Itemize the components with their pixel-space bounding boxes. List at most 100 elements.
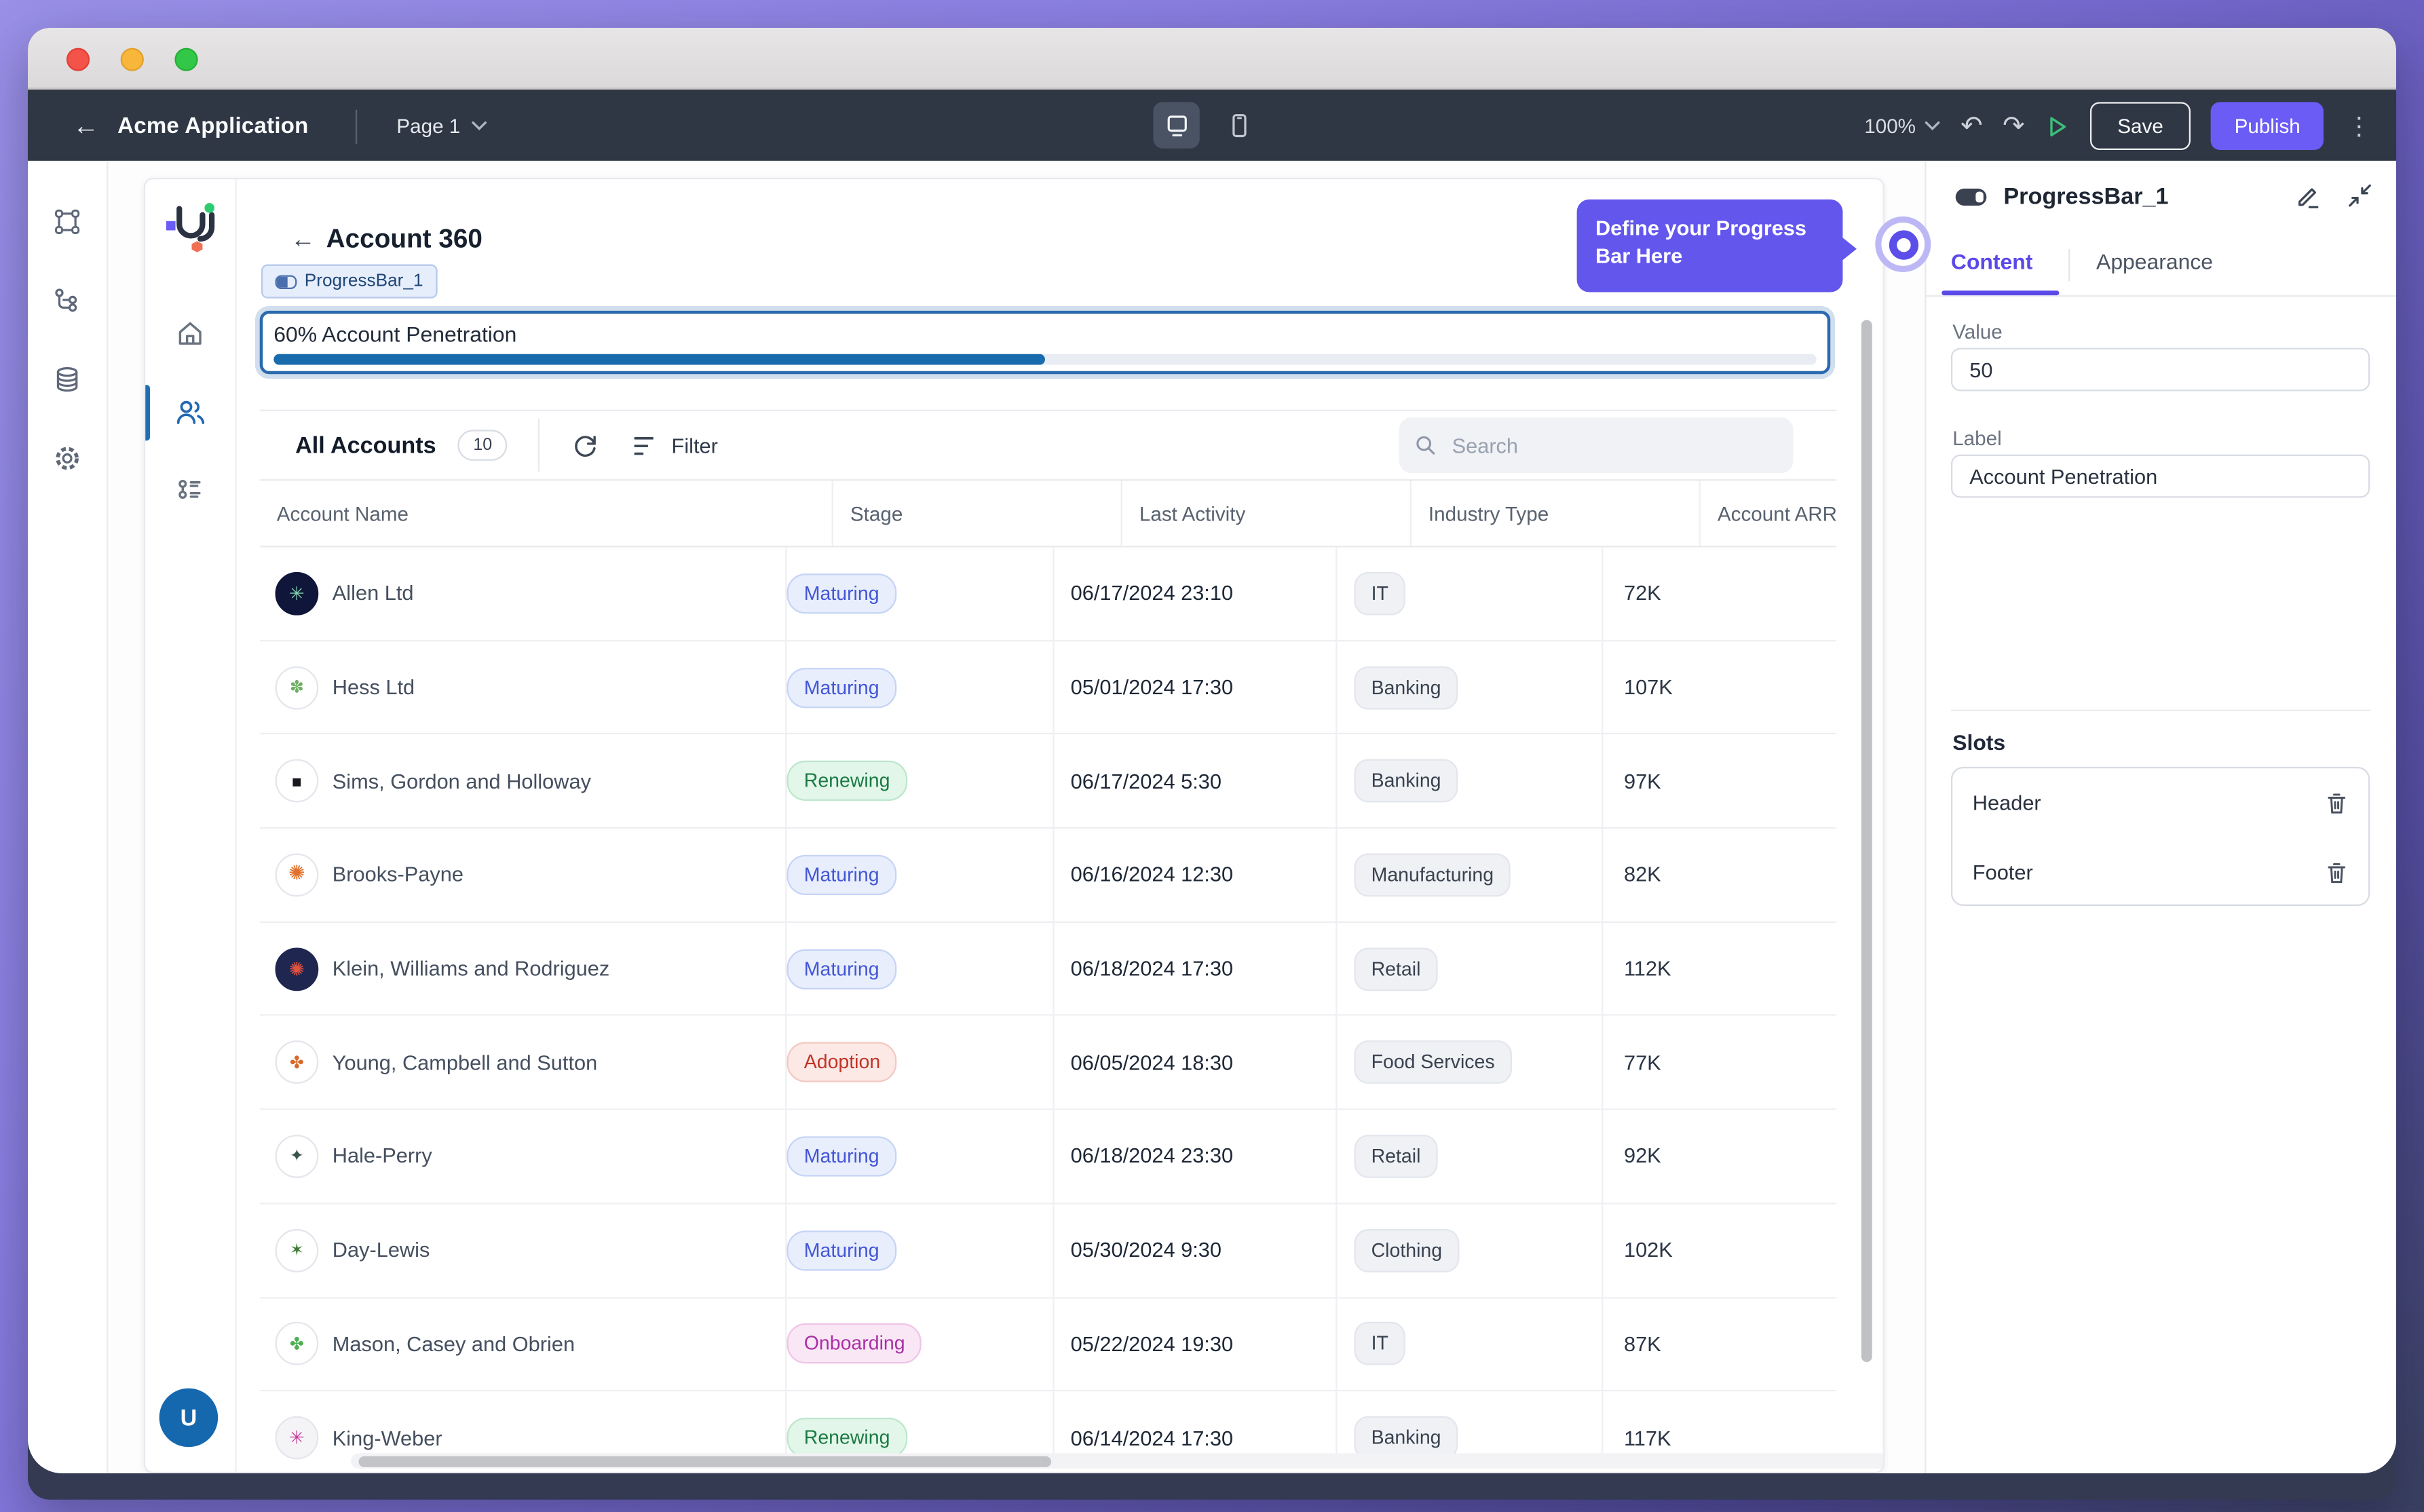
panel-header: ProgressBar_1 — [1926, 161, 2396, 235]
zoom-level: 100% — [1864, 115, 1916, 138]
progressbar-component[interactable]: 60% Account Penetration — [260, 311, 1831, 374]
user-avatar[interactable]: U — [159, 1388, 219, 1448]
rename-icon[interactable] — [2294, 183, 2322, 210]
industry-badge: IT — [1355, 572, 1405, 616]
app-logo — [162, 201, 218, 253]
frame-icon[interactable] — [52, 207, 81, 236]
filter-button[interactable]: Filter — [635, 434, 718, 457]
horizontal-scrollbar[interactable] — [351, 1453, 1883, 1469]
progressbar-icon — [1956, 189, 1987, 206]
redo-icon[interactable]: ↷ — [2003, 113, 2024, 139]
industry-badge: Retail — [1355, 947, 1438, 991]
page-selector[interactable]: Page 1 — [396, 115, 487, 138]
last-activity: 05/01/2024 17:30 — [1052, 641, 1336, 734]
table-row[interactable]: ✺Brooks-Payne Maturing 06/16/2024 12:30 … — [260, 829, 1837, 922]
account-name: Young, Campbell and Sutton — [333, 1051, 597, 1074]
table-row[interactable]: ✤Young, Campbell and Sutton Adoption 06/… — [260, 1017, 1837, 1110]
back-icon[interactable]: ← — [73, 113, 99, 139]
search-box[interactable] — [1399, 417, 1794, 473]
account-arr: 102K — [1602, 1204, 1836, 1296]
checklist-icon[interactable] — [174, 476, 206, 508]
company-avatar: ◼ — [275, 759, 318, 803]
app-canvas: U ← Account 360 ProgressBar_1 60% Accoun… — [144, 178, 1885, 1473]
app-window: ← Acme Application Page 1 100% — [28, 28, 2396, 1500]
tree-icon[interactable] — [52, 286, 81, 315]
kebab-menu-icon[interactable]: ⋮ — [2344, 111, 2375, 142]
maximize-window-button[interactable] — [174, 48, 197, 71]
delete-slot-icon[interactable] — [2325, 861, 2348, 885]
top-navbar: ← Acme Application Page 1 100% — [28, 90, 2396, 162]
refresh-icon[interactable] — [571, 430, 600, 459]
account-arr: 112K — [1602, 922, 1836, 1015]
home-icon[interactable] — [174, 318, 206, 349]
table-row[interactable]: ◼Sims, Gordon and Holloway Renewing 06/1… — [260, 735, 1837, 829]
settings-icon[interactable] — [52, 444, 81, 473]
publish-button[interactable]: Publish — [2211, 102, 2323, 150]
active-nav-indicator — [145, 385, 150, 440]
stage-badge: Maturing — [787, 949, 896, 989]
column-header-account-arr[interactable]: Account ARR — [1699, 480, 1837, 546]
account-name: Hale-Perry — [333, 1145, 432, 1168]
account-arr: 77K — [1602, 1017, 1836, 1109]
accounts-table: All Accounts 10 Filter — [260, 410, 1837, 1467]
horizontal-scrollbar-thumb[interactable] — [359, 1456, 1052, 1467]
stage-badge: Maturing — [787, 1136, 896, 1176]
page-back-icon[interactable]: ← — [290, 227, 315, 255]
table-row[interactable]: ✳Allen Ltd Maturing 06/17/2024 23:10 IT … — [260, 547, 1837, 641]
navbar-divider — [355, 109, 356, 143]
slot-item-header[interactable]: Header — [1952, 768, 2368, 838]
collapse-panel-icon[interactable] — [2347, 183, 2373, 209]
company-avatar: ✦ — [275, 1135, 318, 1178]
table-row[interactable]: ✤Mason, Casey and Obrien Onboarding 05/2… — [260, 1298, 1837, 1391]
table-title: All Accounts — [295, 432, 436, 459]
industry-badge: Clothing — [1355, 1228, 1460, 1272]
minimize-window-button[interactable] — [121, 48, 144, 71]
slots-section-title: Slots — [1952, 730, 2005, 754]
filter-label: Filter — [672, 434, 718, 457]
column-header-industry-type[interactable]: Industry Type — [1410, 480, 1699, 546]
label-input[interactable] — [1951, 455, 2370, 498]
last-activity: 05/22/2024 19:30 — [1052, 1298, 1336, 1390]
search-input[interactable] — [1449, 432, 1778, 459]
tab-divider — [2068, 249, 2070, 282]
value-input[interactable] — [1951, 348, 2370, 392]
component-chip[interactable]: ProgressBar_1 — [261, 265, 437, 299]
save-button[interactable]: Save — [2089, 102, 2191, 150]
column-header-account-name[interactable]: Account Name — [260, 502, 832, 525]
table-row[interactable]: ✽Hess Ltd Maturing 05/01/2024 17:30 Bank… — [260, 641, 1837, 735]
table-row[interactable]: ✶Day-Lewis Maturing 05/30/2024 9:30 Clot… — [260, 1204, 1837, 1298]
delete-slot-icon[interactable] — [2325, 791, 2348, 815]
column-header-last-activity[interactable]: Last Activity — [1121, 480, 1410, 546]
progressbar-track — [273, 354, 1817, 365]
column-header-stage[interactable]: Stage — [832, 480, 1121, 546]
close-window-button[interactable] — [67, 48, 90, 71]
panel-title: ProgressBar_1 — [2003, 184, 2168, 210]
slot-name: Header — [1973, 791, 2041, 814]
company-avatar: ✳ — [275, 572, 318, 616]
table-row[interactable]: ✦Hale-Perry Maturing 06/18/2024 23:30 Re… — [260, 1110, 1837, 1204]
stage-badge: Maturing — [787, 855, 896, 895]
filter-icon — [635, 435, 659, 455]
account-arr: 107K — [1602, 641, 1836, 734]
vertical-scrollbar-thumb[interactable] — [1861, 320, 1872, 1362]
label-field-label: Label — [1952, 427, 2001, 450]
database-icon[interactable] — [52, 365, 81, 394]
beacon-dot-icon — [1889, 229, 1918, 259]
value-field-label: Value — [1952, 320, 2003, 343]
zoom-control[interactable]: 100% — [1864, 115, 1940, 138]
slot-item-footer[interactable]: Footer — [1952, 838, 2368, 908]
account-arr: 92K — [1602, 1110, 1836, 1203]
last-activity: 06/17/2024 23:10 — [1052, 547, 1336, 639]
table-row[interactable]: ✺Klein, Williams and Rodriguez Maturing … — [260, 922, 1837, 1016]
industry-badge: Banking — [1355, 666, 1458, 709]
undo-icon[interactable]: ↶ — [1961, 113, 1982, 139]
tab-content[interactable]: Content — [1951, 249, 2032, 273]
left-tool-rail — [28, 161, 108, 1473]
desktop-preview-button[interactable] — [1153, 102, 1199, 148]
tab-appearance[interactable]: Appearance — [2096, 249, 2213, 273]
mobile-preview-button[interactable] — [1215, 102, 1262, 148]
beacon-target[interactable] — [1875, 216, 1931, 272]
users-icon[interactable] — [174, 397, 207, 428]
play-icon[interactable] — [2045, 113, 2069, 138]
last-activity: 06/18/2024 23:30 — [1052, 1110, 1336, 1203]
